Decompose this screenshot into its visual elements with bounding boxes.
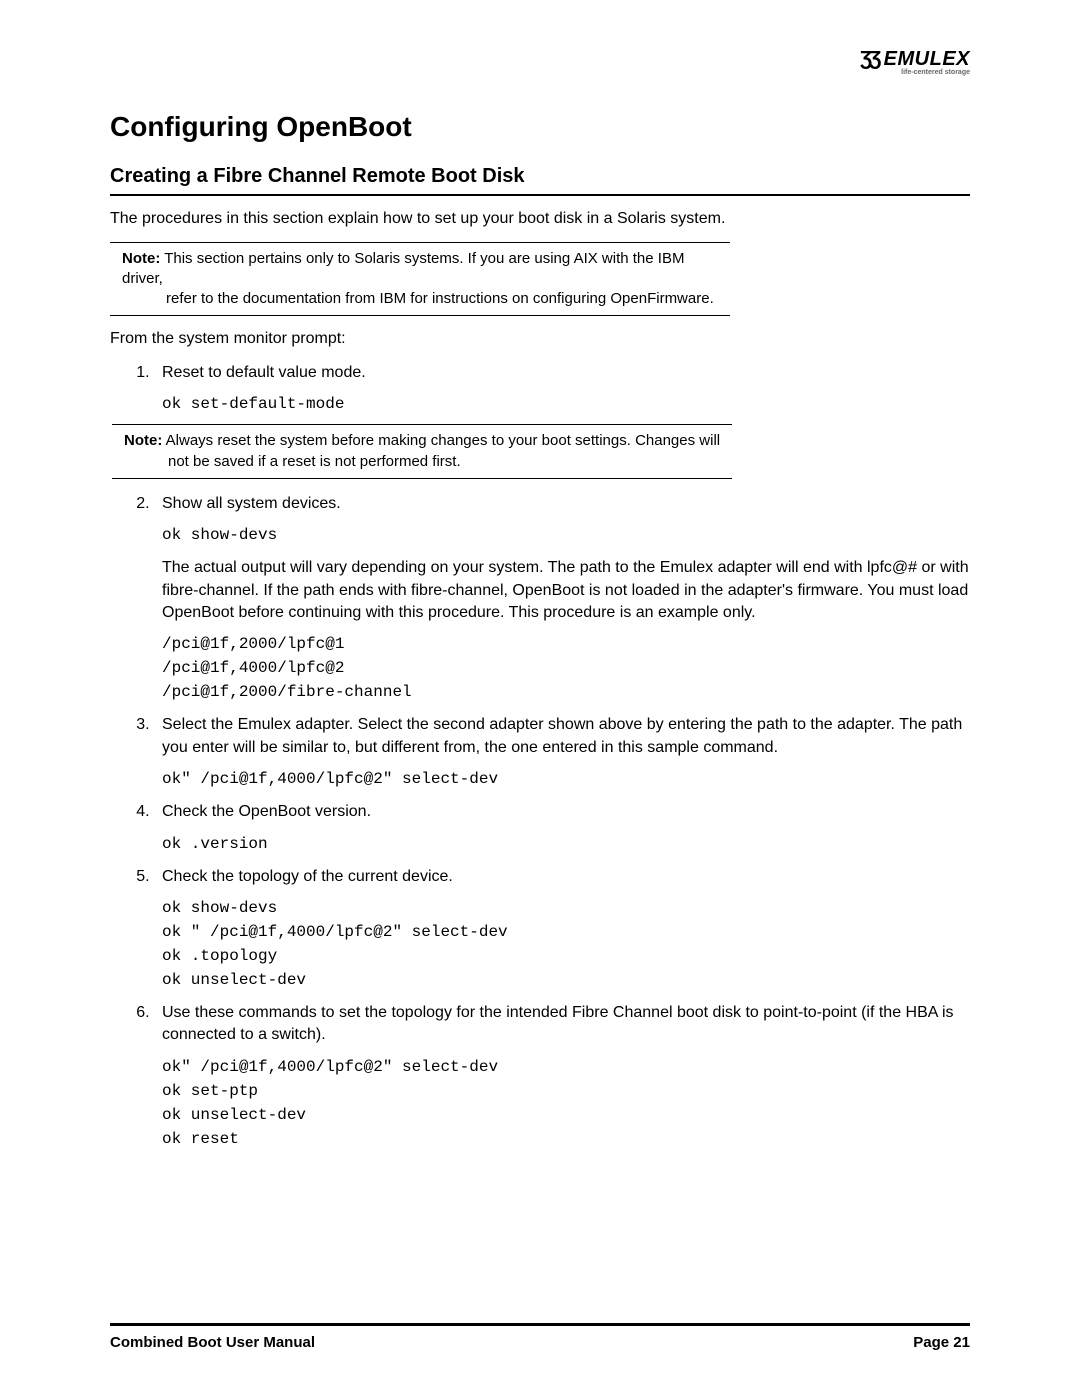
note-text-line1: This section pertains only to Solaris sy… <box>122 250 684 287</box>
step-1-text: Reset to default value mode. <box>162 362 970 384</box>
step-6-code: ok" /pci@1f,4000/lpfc@2" select-dev ok s… <box>162 1055 970 1151</box>
page-footer: Combined Boot User Manual Page 21 <box>110 1323 970 1351</box>
prompt-intro: From the system monitor prompt: <box>110 328 970 350</box>
step-4-text: Check the OpenBoot version. <box>162 801 970 823</box>
step-2-code1: ok show-devs <box>162 523 970 547</box>
step-6-text: Use these commands to set the topology f… <box>162 1002 970 1047</box>
logo-brand-text: EMULEX <box>884 48 970 70</box>
note-text-line2: refer to the documentation from IBM for … <box>122 289 722 309</box>
step-6: Use these commands to set the topology f… <box>154 1002 970 1151</box>
logo-area: ƸƸEMULEX life-centered storage <box>110 48 970 79</box>
step-5: Check the topology of the current device… <box>154 866 970 992</box>
note-reset: Note: Always reset the system before mak… <box>112 424 732 479</box>
note-label: Note: <box>124 432 162 449</box>
note2-line1: Always reset the system before making ch… <box>162 432 720 449</box>
step-2-para: The actual output will vary depending on… <box>162 557 970 624</box>
note-label: Note: <box>122 250 160 267</box>
note2-line2: not be saved if a reset is not performed… <box>124 452 724 472</box>
step-1-code: ok set-default-mode <box>162 392 970 416</box>
step-2-text: Show all system devices. <box>162 493 970 515</box>
logo-icon: ƸƸ <box>863 48 881 71</box>
page-title: Configuring OpenBoot <box>110 111 970 143</box>
step-3-text: Select the Emulex adapter. Select the se… <box>162 714 970 759</box>
footer-right: Page 21 <box>913 1334 970 1351</box>
step-1: Reset to default value mode. ok set-defa… <box>154 362 970 479</box>
step-5-text: Check the topology of the current device… <box>162 866 970 888</box>
note-solaris: Note: This section pertains only to Sola… <box>110 242 730 317</box>
step-2: Show all system devices. ok show-devs Th… <box>154 493 970 705</box>
step-4: Check the OpenBoot version. ok .version <box>154 801 970 855</box>
intro-paragraph: The procedures in this section explain h… <box>110 208 970 230</box>
step-4-code: ok .version <box>162 832 970 856</box>
step-3: Select the Emulex adapter. Select the se… <box>154 714 970 791</box>
step-5-code: ok show-devs ok " /pci@1f,4000/lpfc@2" s… <box>162 896 970 992</box>
step-2-code2: /pci@1f,2000/lpfc@1 /pci@1f,4000/lpfc@2 … <box>162 632 970 704</box>
footer-left: Combined Boot User Manual <box>110 1334 315 1351</box>
step-3-code: ok" /pci@1f,4000/lpfc@2" select-dev <box>162 767 970 791</box>
steps-list: Reset to default value mode. ok set-defa… <box>134 362 970 1151</box>
section-heading: Creating a Fibre Channel Remote Boot Dis… <box>110 165 970 196</box>
brand-logo: ƸƸEMULEX life-centered storage <box>863 48 970 76</box>
